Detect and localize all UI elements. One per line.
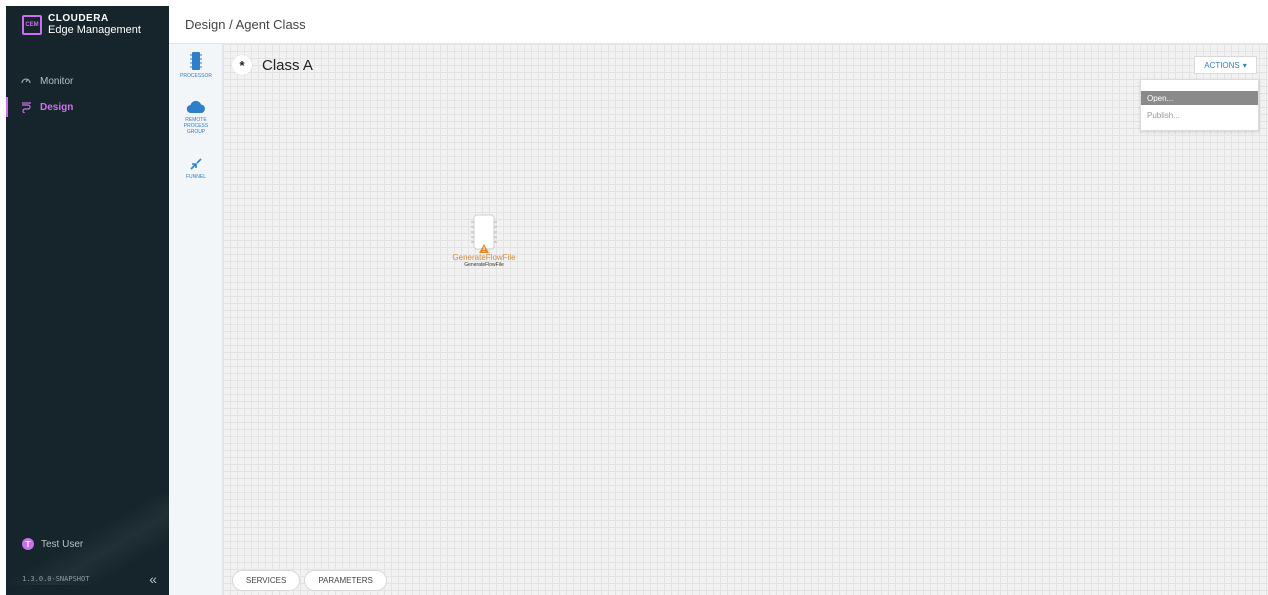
nav-item-design[interactable]: Design [6,94,169,120]
app-logo[interactable]: CEM CLOUDERA Edge Management [22,13,141,36]
processor-node-icon [470,214,498,253]
page-header: Design / Agent Class [169,6,1268,44]
class-name: Class A [262,56,313,74]
parameters-button[interactable]: PARAMETERS [304,570,387,591]
main-nav: Monitor Design [6,68,169,120]
processor-type: GenerateFlowFile [464,262,504,268]
bottom-toolbar: SERVICES PARAMETERS [232,570,387,591]
actions-menu: Open... Publish... [1140,79,1259,131]
logo-abbr: CEM [25,22,39,29]
menu-item-publish[interactable]: Publish... [1141,108,1258,122]
caret-down-icon: ▾ [1242,60,1247,70]
gauge-icon [20,75,32,87]
class-header: * Class A [232,55,313,75]
processor-node[interactable]: GenerateFlowFile GenerateFlowFile [438,214,530,268]
actions-label: ACTIONS [1204,60,1240,70]
app-version: 1.3.0.0-SNAPSHOT [22,575,90,583]
user-name: Test User [41,538,84,550]
actions-button[interactable]: ACTIONS ▾ [1194,56,1257,74]
product-name: Edge Management [48,23,141,36]
brand-name: CLOUDERA [48,13,109,24]
component-palette: PROCESSOR REMOTE PROCESS GROUP FUNNEL [169,44,223,595]
cloud-icon [186,100,205,114]
palette-label: FUNNEL [185,174,206,180]
breadcrumb: Design / Agent Class [185,17,306,32]
flow-canvas[interactable] [223,44,1268,595]
palette-funnel[interactable]: FUNNEL [169,157,223,180]
nav-item-label: Design [40,101,74,113]
warning-icon [479,244,489,253]
palette-label: PROCESSOR [180,73,212,79]
nav-item-monitor[interactable]: Monitor [6,68,169,94]
processor-name: GenerateFlowFile [452,253,516,262]
funnel-icon [190,158,202,170]
avatar: T [22,538,34,550]
nav-item-label: Monitor [40,75,74,87]
menu-item-open[interactable]: Open... [1141,91,1258,105]
flow-icon [20,101,32,113]
processor-icon [190,52,202,70]
user-menu[interactable]: T Test User [22,538,83,550]
sidebar: CEM CLOUDERA Edge Management Monitor Des… [6,6,169,595]
palette-label: REMOTE PROCESS GROUP [183,117,209,135]
collapse-sidebar-icon[interactable]: « [149,571,157,587]
cem-logo-icon: CEM [22,15,42,36]
palette-remote-process-group[interactable]: REMOTE PROCESS GROUP [169,100,223,135]
palette-processor[interactable]: PROCESSOR [169,52,223,79]
class-badge: * [232,55,252,75]
services-button[interactable]: SERVICES [232,570,301,591]
